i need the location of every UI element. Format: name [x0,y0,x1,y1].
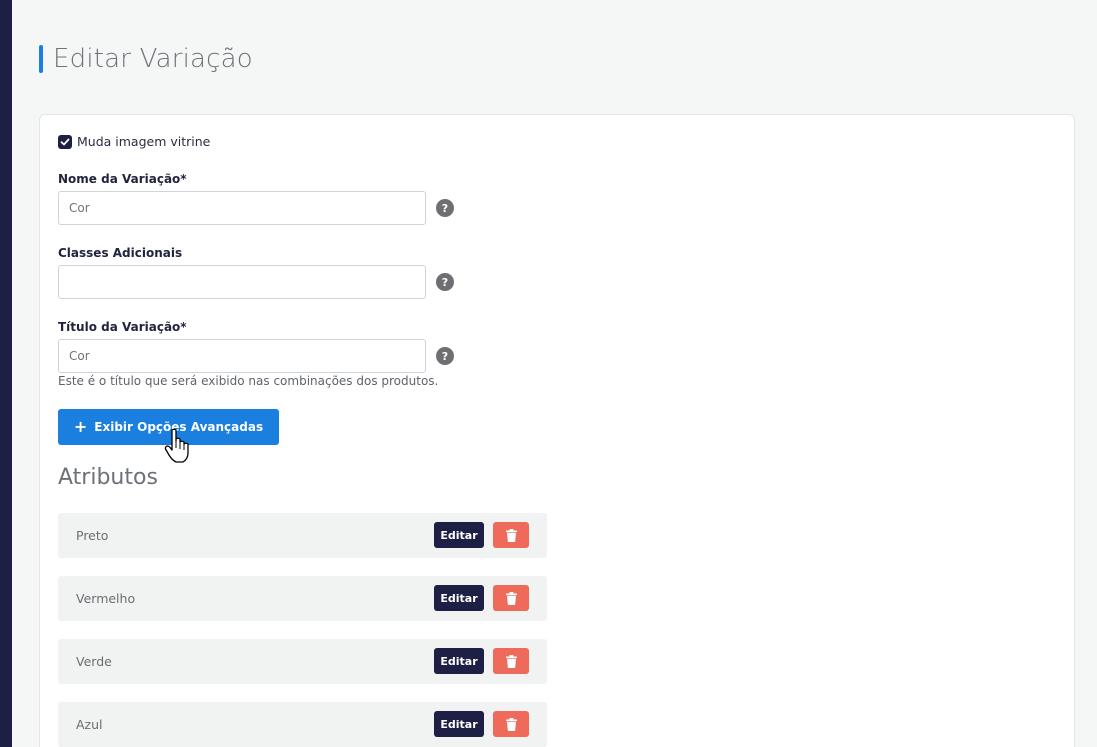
variation-title-label: Título da Variação* [58,320,187,334]
plus-icon: + [73,417,88,436]
trash-icon [505,528,517,542]
help-icon[interactable]: ? [436,347,454,365]
attribute-row: Preto Editar [58,513,547,558]
variation-name-input[interactable] [58,191,426,225]
attribute-row: Vermelho Editar [58,576,547,621]
edit-button[interactable]: Editar [434,522,484,548]
variation-form-card: Muda imagem vitrine Nome da Variação* ? … [39,114,1075,747]
trash-icon [505,591,517,605]
variation-name-label: Nome da Variação* [58,172,187,186]
attribute-name: Azul [76,717,103,732]
edit-button[interactable]: Editar [434,585,484,611]
checkbox-label: Muda imagem vitrine [77,134,211,149]
sidebar-strip [0,0,12,747]
variation-title-help-text: Este é o título que será exibido nas com… [58,374,439,388]
delete-button[interactable] [493,711,529,737]
attribute-row: Azul Editar [58,702,547,747]
page-title: Editar Variação [39,44,253,74]
attribute-name: Vermelho [76,591,136,606]
trash-icon [505,654,517,668]
edit-button[interactable]: Editar [434,711,484,737]
checkbox-checked-icon[interactable] [58,134,72,149]
additional-classes-input[interactable] [58,265,426,299]
advanced-button-label: Exibir Opções Avançadas [94,420,264,434]
showcase-image-checkbox-row[interactable]: Muda imagem vitrine [58,134,210,149]
page-title-text: Editar Variação [53,44,253,74]
edit-button[interactable]: Editar [434,648,484,674]
help-icon[interactable]: ? [436,273,454,291]
attributes-title: Atributos [58,465,158,490]
attribute-row: Verde Editar [58,639,547,684]
delete-button[interactable] [493,522,529,548]
attribute-name: Preto [76,528,109,543]
variation-title-input[interactable] [58,339,426,373]
attribute-name: Verde [76,654,112,669]
delete-button[interactable] [493,585,529,611]
additional-classes-label: Classes Adicionais [58,246,183,260]
trash-icon [505,717,517,731]
title-accent-bar [39,45,43,73]
show-advanced-options-button[interactable]: + Exibir Opções Avançadas [58,409,279,445]
delete-button[interactable] [493,648,529,674]
help-icon[interactable]: ? [436,199,454,217]
